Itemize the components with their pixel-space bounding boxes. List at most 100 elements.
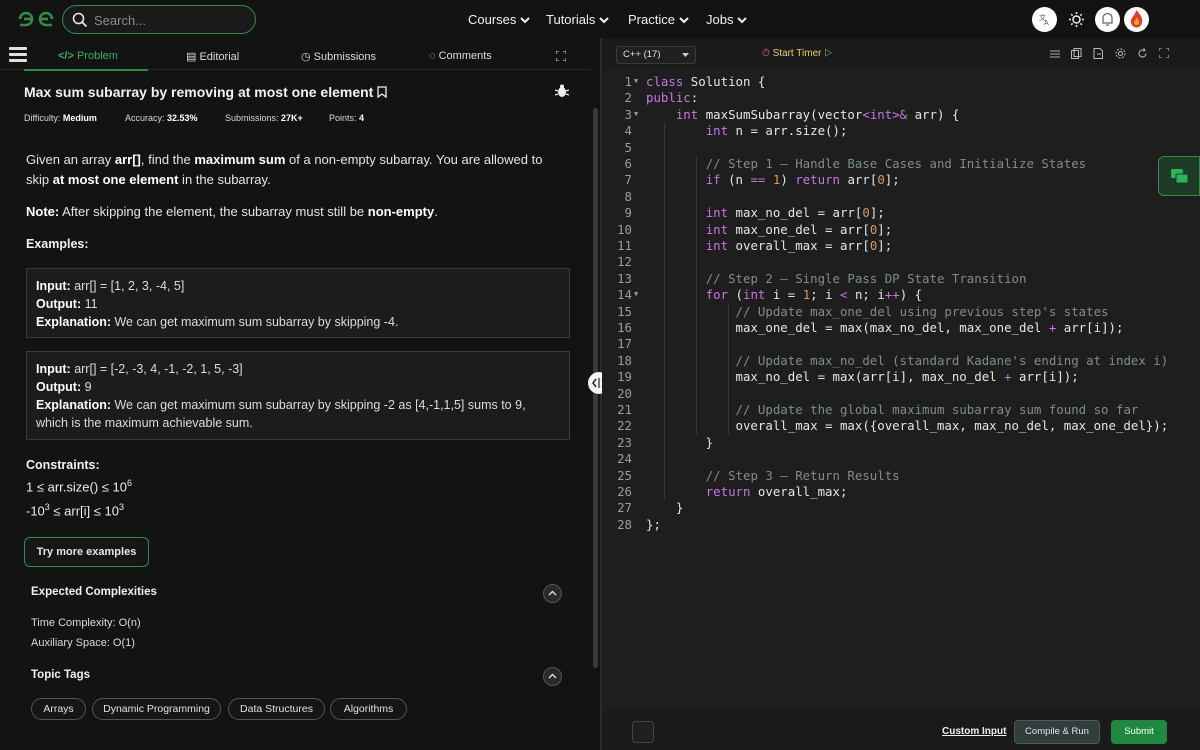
top-navbar: Search... Courses Tutorials Practice Job… bbox=[0, 0, 1200, 38]
time-complexity: Time Complexity: O(n) bbox=[31, 617, 141, 629]
nav-tutorials[interactable]: Tutorials bbox=[546, 12, 610, 27]
streak-fire-icon[interactable] bbox=[1124, 7, 1149, 32]
constraint-1: 1 ≤ arr.size() ≤ 106 bbox=[26, 478, 132, 495]
problem-panel: </> Problem ▤ Editorial ◷ Submissions ◌ … bbox=[0, 38, 600, 750]
submit-button[interactable]: Submit bbox=[1111, 720, 1167, 744]
language-select[interactable]: C++ (17) bbox=[616, 46, 696, 64]
line-number: 13 bbox=[617, 270, 632, 286]
fullscreen-icon[interactable] bbox=[556, 51, 566, 61]
line-number: 9 bbox=[624, 205, 632, 221]
code-line[interactable]: int n = arr.size(); bbox=[646, 123, 848, 138]
gfg-logo-icon[interactable] bbox=[16, 9, 56, 29]
compile-run-button[interactable]: Compile & Run bbox=[1014, 720, 1100, 744]
search-icon bbox=[72, 12, 88, 28]
code-line[interactable]: public: bbox=[646, 90, 698, 105]
chat-toggle[interactable] bbox=[1158, 156, 1200, 196]
chevron-down-icon bbox=[737, 17, 748, 24]
search-input[interactable]: Search... bbox=[94, 13, 146, 28]
translate-icon[interactable]: 文A bbox=[1032, 7, 1057, 32]
tag-algorithms[interactable]: Algorithms bbox=[330, 698, 407, 720]
code-line[interactable]: overall_max = max({overall_max, max_no_d… bbox=[646, 418, 1169, 433]
code-line[interactable]: int overall_max = arr[0]; bbox=[646, 238, 893, 253]
chevron-up-icon[interactable] bbox=[543, 584, 562, 603]
topic-tags-heading: Topic Tags bbox=[31, 669, 90, 681]
editor-panel: C++ (17) ⏱ Start Timer ▷ 1 ▼ class Solutio… bbox=[602, 38, 1200, 750]
custom-input-link[interactable]: Custom Input bbox=[942, 726, 1006, 737]
code-line[interactable]: max_one_del = max(max_no_del, max_one_de… bbox=[646, 320, 1124, 335]
accuracy: Accuracy: 32.53% bbox=[125, 113, 198, 123]
line-number: 11 bbox=[617, 238, 632, 253]
line-number: 25 bbox=[617, 467, 632, 483]
console-toggle-icon[interactable] bbox=[632, 721, 654, 743]
line-number: 23 bbox=[617, 434, 632, 450]
line-number: 4 bbox=[624, 123, 632, 139]
fold-arrow-icon[interactable]: ▼ bbox=[634, 77, 638, 85]
code-line[interactable]: class Solution { bbox=[646, 74, 765, 89]
tag-data-structures[interactable]: Data Structures bbox=[228, 698, 325, 720]
line-number: 7 bbox=[624, 172, 632, 188]
code-line[interactable]: }; bbox=[646, 517, 661, 532]
line-number: 26 bbox=[617, 484, 632, 499]
try-more-examples-button[interactable]: Try more examples bbox=[24, 537, 149, 567]
code-line[interactable]: // Step 3 — Return Results bbox=[646, 468, 900, 483]
notification-bell-icon[interactable] bbox=[1095, 7, 1120, 32]
line-number: 2 bbox=[624, 90, 632, 106]
nav-courses[interactable]: Courses bbox=[468, 12, 531, 27]
report-bug-icon[interactable] bbox=[555, 83, 569, 98]
tag-dynamic-programming[interactable]: Dynamic Programming bbox=[92, 698, 221, 720]
expected-complexities-heading: Expected Complexities bbox=[31, 586, 157, 598]
list-icon[interactable] bbox=[1050, 50, 1060, 58]
code-line[interactable]: int max_no_del = arr[0]; bbox=[646, 205, 885, 220]
code-line[interactable]: // Step 2 — Single Pass DP State Transit… bbox=[646, 271, 1027, 286]
code-line[interactable]: } bbox=[646, 435, 713, 450]
tab-problem[interactable]: </> Problem bbox=[58, 50, 118, 62]
code-line[interactable]: int max_one_del = arr[0]; bbox=[646, 222, 893, 237]
auxiliary-space: Auxiliary Space: O(1) bbox=[31, 637, 135, 649]
reset-icon[interactable] bbox=[1137, 48, 1148, 59]
tab-submissions-label: Submissions bbox=[313, 51, 377, 63]
code-line[interactable]: // Update the global maximum subarray su… bbox=[646, 402, 1139, 417]
line-number: 14 bbox=[617, 287, 632, 303]
tab-submissions[interactable]: ◷ Submissions bbox=[301, 50, 376, 63]
tab-editorial[interactable]: ▤ Editorial bbox=[186, 50, 239, 63]
code-line[interactable]: // Step 1 — Handle Base Cases and Initia… bbox=[646, 156, 1086, 171]
code-line[interactable]: // Update max_no_del (standard Kadane's … bbox=[646, 353, 1169, 368]
line-number: 24 bbox=[617, 451, 632, 467]
code-line[interactable]: max_no_del = max(arr[i], max_no_del + ar… bbox=[646, 369, 1079, 384]
menu-hamburger-icon[interactable] bbox=[9, 47, 27, 63]
file-export-icon[interactable] bbox=[1093, 48, 1104, 59]
theme-sun-icon[interactable] bbox=[1064, 7, 1089, 32]
search-bar[interactable]: Search... bbox=[62, 5, 256, 34]
nav-practice[interactable]: Practice bbox=[628, 12, 689, 27]
editor-toolbar: C++ (17) ⏱ Start Timer ▷ bbox=[602, 38, 1200, 70]
nav-jobs[interactable]: Jobs bbox=[706, 12, 748, 27]
code-line[interactable]: for (int i = 1; i < n; i++) { bbox=[646, 287, 922, 302]
code-line[interactable]: int maxSumSubarray(vector<int>& arr) { bbox=[646, 107, 960, 122]
start-timer-button[interactable]: ⏱ Start Timer ▷ bbox=[762, 48, 832, 59]
line-number: 1 bbox=[624, 74, 632, 89]
code-line[interactable]: // Update max_one_del using previous ste… bbox=[646, 304, 1109, 319]
chevron-up-icon[interactable] bbox=[543, 667, 562, 686]
line-number: 21 bbox=[617, 402, 632, 417]
fold-arrow-icon[interactable]: ▼ bbox=[634, 290, 638, 298]
copy-icon[interactable] bbox=[1071, 48, 1082, 59]
tab-comments-label: Comments bbox=[438, 50, 492, 62]
problem-title-text: Max sum subarray by removing at most one… bbox=[24, 84, 374, 100]
tag-arrays[interactable]: Arrays bbox=[31, 698, 86, 720]
nav-courses-label: Courses bbox=[468, 12, 517, 27]
svg-text:A: A bbox=[1044, 19, 1049, 27]
timer-icon: ⏱ bbox=[762, 48, 770, 59]
comment-icon: ◌ bbox=[429, 50, 436, 62]
line-number: 12 bbox=[617, 254, 632, 270]
chevron-down-icon bbox=[599, 17, 610, 24]
line-number: 17 bbox=[617, 336, 632, 352]
fullscreen-icon[interactable] bbox=[1159, 48, 1169, 58]
code-line[interactable]: return overall_max; bbox=[646, 484, 848, 499]
code-editor[interactable]: 1 ▼ class Solution {2 public: 3 ▼ int maxSumS… bbox=[602, 70, 1200, 710]
fold-arrow-icon[interactable]: ▼ bbox=[634, 110, 638, 118]
settings-gear-icon[interactable] bbox=[1115, 48, 1126, 59]
tab-comments[interactable]: ◌ Comments bbox=[429, 50, 492, 62]
code-line[interactable]: if (n == 1) return arr[0]; bbox=[646, 172, 900, 187]
code-line[interactable]: } bbox=[646, 500, 683, 515]
bookmark-icon[interactable] bbox=[377, 86, 387, 99]
